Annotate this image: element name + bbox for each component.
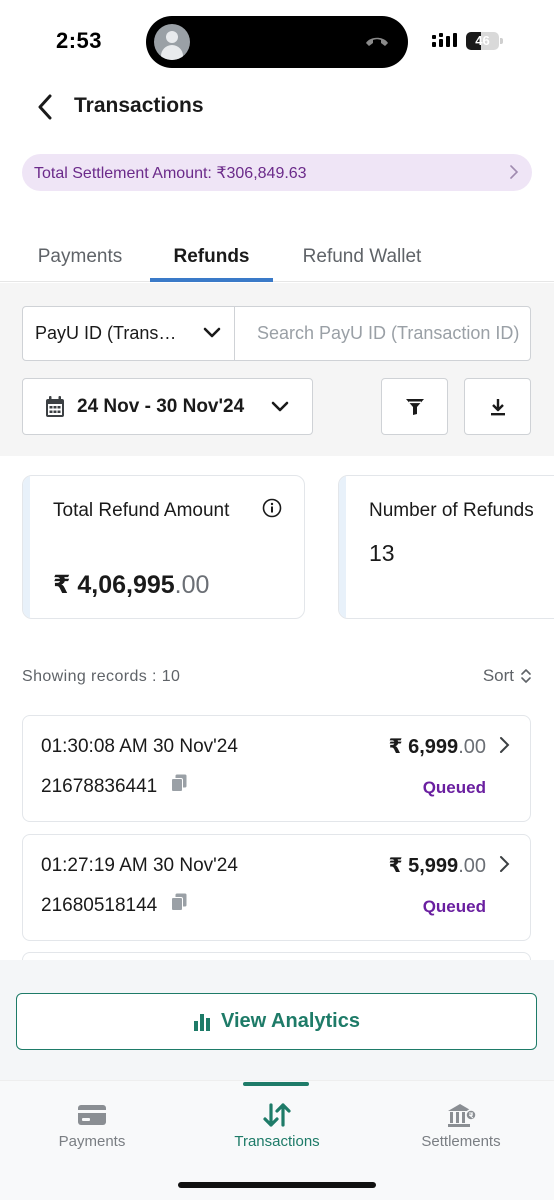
app-header: Transactions	[0, 84, 554, 130]
chevron-down-icon	[203, 327, 221, 338]
back-arrow-icon	[38, 94, 52, 120]
tab-refund-wallet[interactable]: Refund Wallet	[284, 232, 440, 282]
view-analytics-label: View Analytics	[221, 1010, 360, 1032]
nav-settlements-label: Settlements	[421, 1133, 501, 1150]
back-button[interactable]	[30, 92, 60, 122]
refund-time: 01:27:19 AM 30 Nov'24	[41, 855, 238, 876]
total-refund-value: ₹ 4,06,995.00	[53, 571, 210, 599]
search-bar: PayU ID (Trans…	[22, 306, 531, 361]
calendar-icon	[46, 396, 64, 417]
nav-transactions-label: Transactions	[234, 1133, 320, 1150]
records-count: Showing records : 10	[22, 668, 181, 685]
id-type-value: PayU ID (Trans…	[35, 323, 177, 343]
transfer-arrows-icon	[263, 1103, 291, 1127]
contact-avatar-icon	[154, 24, 190, 60]
phone-hangup-icon	[366, 37, 388, 46]
refund-id: 21678836441	[41, 776, 158, 797]
battery-icon: 46	[466, 32, 503, 50]
copy-icon[interactable]	[171, 893, 187, 911]
filter-funnel-icon	[405, 398, 424, 415]
info-icon[interactable]	[262, 498, 282, 518]
total-refund-label: Total Refund Amount	[53, 500, 230, 521]
settlement-banner[interactable]: Total Settlement Amount: ₹306,849.63	[22, 154, 532, 191]
sort-chevrons-icon	[521, 669, 531, 683]
nav-settlements[interactable]: Settlements	[386, 1081, 536, 1171]
active-nav-indicator	[243, 1082, 309, 1086]
chevron-right-icon	[500, 856, 510, 872]
page-title: Transactions	[74, 94, 204, 117]
chevron-right-icon	[510, 165, 519, 179]
tab-refunds[interactable]: Refunds	[150, 232, 273, 282]
refund-count-value: 13	[369, 540, 395, 566]
tab-payments[interactable]: Payments	[22, 232, 138, 282]
chevron-down-icon	[271, 401, 289, 412]
sort-label: Sort	[482, 666, 514, 685]
tab-bar: Payments Refunds Refund Wallet	[0, 232, 554, 282]
download-icon	[490, 398, 505, 415]
refund-count-card: Number of Refunds 13	[338, 475, 554, 619]
sort-button[interactable]: Sort	[483, 666, 532, 686]
refund-row[interactable]: 01:27:19 AM 30 Nov'24 21680518144 ₹ 5,99…	[22, 834, 531, 941]
settlement-amount: Total Settlement Amount: ₹306,849.63	[34, 164, 307, 182]
date-range-value: 24 Nov - 30 Nov'24	[77, 396, 245, 417]
refund-row[interactable]: 01:30:08 AM 30 Nov'24 21678836441 ₹ 6,99…	[22, 715, 531, 822]
nav-payments[interactable]: Payments	[17, 1081, 167, 1171]
battery-level: 46	[475, 33, 490, 48]
bar-chart-icon	[194, 1013, 211, 1031]
download-button[interactable]	[464, 378, 531, 435]
refund-amount: ₹ 6,999.00	[388, 736, 486, 758]
total-refund-card: Total Refund Amount ₹ 4,06,995.00	[22, 475, 305, 619]
status-badge: Queued	[422, 897, 486, 916]
refund-count-label: Number of Refunds	[369, 500, 534, 521]
status-time: 2:53	[56, 28, 103, 53]
home-indicator	[178, 1182, 376, 1188]
status-badge: Queued	[422, 778, 486, 797]
refund-id: 21680518144	[41, 895, 158, 916]
copy-icon[interactable]	[171, 774, 187, 792]
refund-amount: ₹ 5,999.00	[388, 855, 486, 877]
search-input[interactable]	[235, 307, 530, 360]
id-type-dropdown[interactable]: PayU ID (Trans…	[23, 307, 235, 360]
active-tab-indicator	[150, 278, 273, 282]
nav-transactions[interactable]: Transactions	[202, 1081, 352, 1171]
dynamic-island	[146, 16, 408, 68]
card-icon	[78, 1105, 106, 1125]
nav-payments-label: Payments	[58, 1133, 126, 1150]
chevron-right-icon	[500, 737, 510, 753]
view-analytics-button[interactable]: View Analytics	[16, 993, 537, 1050]
filter-button[interactable]	[381, 378, 448, 435]
bank-icon	[448, 1104, 477, 1127]
cellular-signal-icon	[432, 33, 457, 47]
date-range-picker[interactable]: 24 Nov - 30 Nov'24	[22, 378, 313, 435]
refund-time: 01:30:08 AM 30 Nov'24	[41, 736, 238, 757]
status-bar: 2:53 46	[0, 0, 554, 84]
